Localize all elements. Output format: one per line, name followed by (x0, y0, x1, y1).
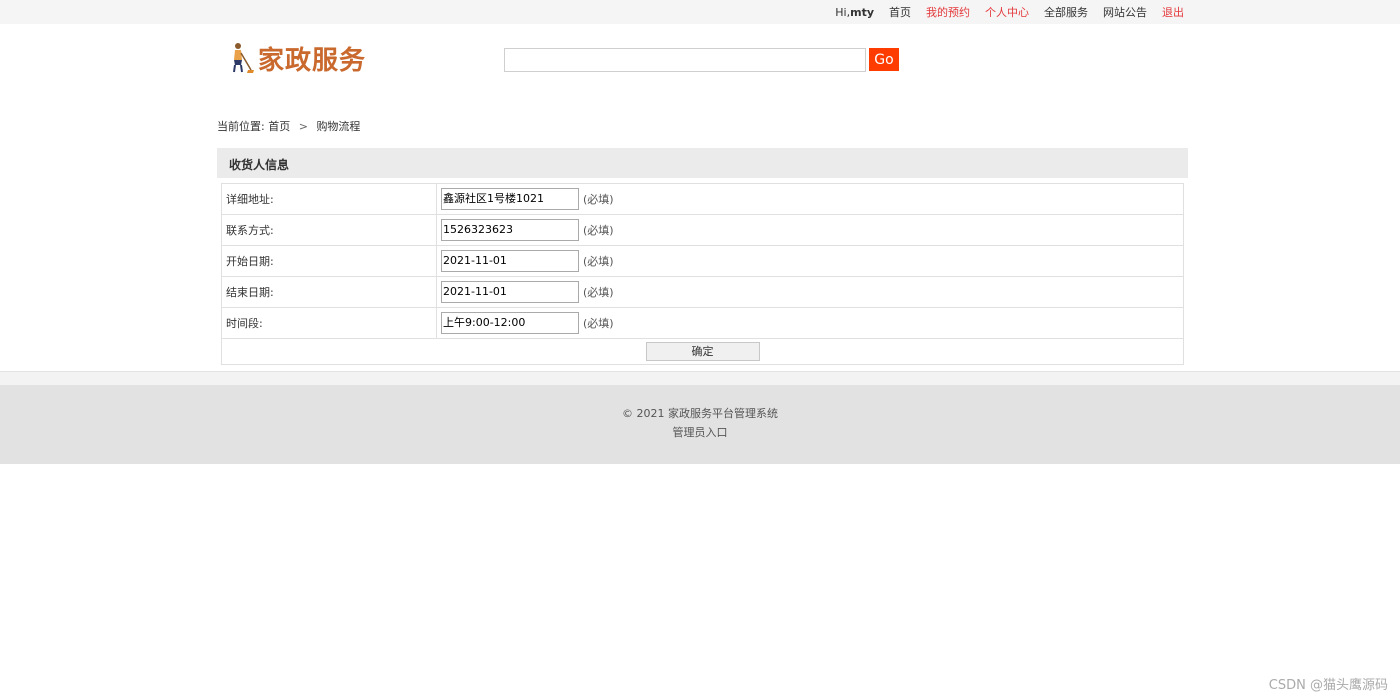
username: mty (850, 5, 874, 19)
start-date-input[interactable]: 2021-11-01 (441, 250, 579, 272)
address-input[interactable]: 鑫源社区1号楼1021 (441, 188, 579, 210)
nav-my-bookings-link[interactable]: 我的预约 (926, 4, 970, 20)
form-actions-row: 确定 (221, 338, 1184, 365)
top-nav: Hi,mty 首页 我的预约 个人中心 全部服务 网站公告 退出 (835, 0, 1184, 24)
form-row-contact: 联系方式: 1526323623 (必填) (221, 214, 1184, 246)
form-actions-cell: 确定 (221, 338, 1184, 365)
address-cell: 鑫源社区1号楼1021 (必填) (436, 183, 1184, 215)
footer-copyright: © 2021 家政服务平台管理系统 (622, 407, 778, 420)
breadcrumb-home-link[interactable]: 首页 (268, 120, 290, 133)
end-date-required-note: (必填) (583, 286, 614, 299)
confirm-button[interactable]: 确定 (645, 342, 760, 361)
end-date-input[interactable]: 2021-11-01 (441, 281, 579, 303)
form-row-time-slot: 时间段: 上午9:00-12:00 (必填) (221, 307, 1184, 339)
footer-divider (0, 371, 1400, 385)
address-required-note: (必填) (583, 193, 614, 206)
contact-required-note: (必填) (583, 224, 614, 237)
end-date-cell: 2021-11-01 (必填) (436, 276, 1184, 308)
time-slot-input[interactable]: 上午9:00-12:00 (441, 312, 579, 334)
end-date-label: 结束日期: (221, 276, 437, 308)
breadcrumb: 当前位置: 首页 > 购物流程 (217, 118, 360, 134)
address-label: 详细地址: (221, 183, 437, 215)
contact-input[interactable]: 1526323623 (441, 219, 579, 241)
form-row-address: 详细地址: 鑫源社区1号楼1021 (必填) (221, 183, 1184, 215)
contact-cell: 1526323623 (必填) (436, 214, 1184, 246)
search-go-button[interactable]: Go (869, 48, 899, 71)
form-row-end-date: 结束日期: 2021-11-01 (必填) (221, 276, 1184, 308)
watermark: CSDN @猫头鹰源码 (1268, 678, 1388, 693)
time-slot-required-note: (必填) (583, 317, 614, 330)
nav-announcements-link[interactable]: 网站公告 (1103, 4, 1147, 20)
breadcrumb-current: 购物流程 (316, 120, 361, 133)
breadcrumb-separator: > (298, 120, 308, 133)
form-row-start-date: 开始日期: 2021-11-01 (必填) (221, 245, 1184, 277)
site-logo[interactable]: 家政服务 (226, 40, 366, 76)
section-header: 收货人信息 (217, 148, 1188, 178)
nav-logout-link[interactable]: 退出 (1162, 4, 1184, 20)
start-date-required-note: (必填) (583, 255, 614, 268)
time-slot-label: 时间段: (221, 307, 437, 339)
time-slot-cell: 上午9:00-12:00 (必填) (436, 307, 1184, 339)
housekeeper-icon (233, 43, 254, 73)
greeting-text: Hi, (835, 5, 851, 19)
section-title: 收货人信息 (229, 158, 290, 172)
admin-entry-link[interactable]: 管理员入口 (0, 424, 1400, 440)
footer: © 2021 家政服务平台管理系统 管理员入口 (0, 385, 1400, 464)
nav-home-link[interactable]: 首页 (889, 4, 911, 20)
start-date-label: 开始日期: (221, 245, 437, 277)
logo-text: 家政服务 (258, 45, 367, 76)
consignee-form: 详细地址: 鑫源社区1号楼1021 (必填) 联系方式: 1526323623 (必… (221, 183, 1184, 365)
contact-label: 联系方式: (221, 214, 437, 246)
breadcrumb-prefix: 当前位置: (217, 120, 265, 133)
nav-all-services-link[interactable]: 全部服务 (1044, 4, 1088, 20)
nav-user-center-link[interactable]: 个人中心 (985, 4, 1029, 20)
top-bar: Hi,mty 首页 我的预约 个人中心 全部服务 网站公告 退出 (0, 0, 1400, 24)
search-input[interactable] (504, 48, 866, 72)
start-date-cell: 2021-11-01 (必填) (436, 245, 1184, 277)
greeting: Hi,mty (835, 6, 874, 19)
